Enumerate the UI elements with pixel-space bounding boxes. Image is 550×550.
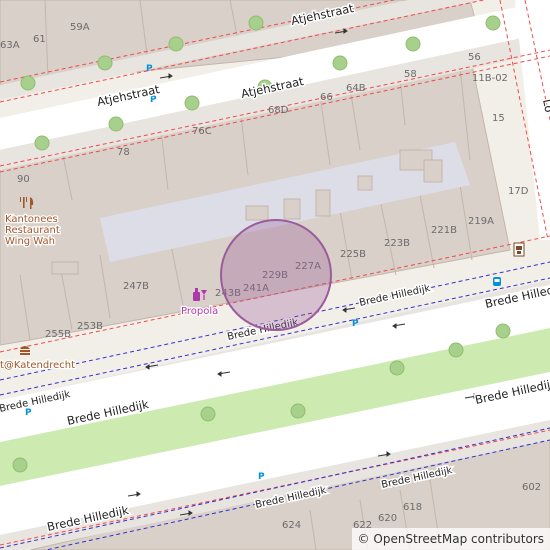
restaurant-name-line1: Kantonees [5,214,58,225]
house-number: 68D [268,105,289,116]
map-canvas: P P P P P 61 59A 63A 56 58 11B-02 66 64B… [0,0,550,550]
restaurant-name-line2: Restaurant [5,225,60,236]
house-number: 17D [508,186,529,197]
house-number: 59A [70,22,90,33]
house-number: 66 [320,92,333,103]
house-number: 221B [431,225,457,236]
house-number: 225B [340,249,366,260]
house-number: 63A [0,40,20,51]
house-number: 56 [468,52,481,63]
house-number: 58 [404,69,417,80]
attribution-link[interactable]: OpenStreetMap contributors [373,532,544,546]
fastfood-name: t@Katendrecht [0,360,75,371]
house-number: 64B [346,83,366,94]
tram-stop-icon [513,242,525,257]
parking-label-5: P [258,472,265,482]
house-number: 618 [403,502,422,513]
house-number: 620 [378,513,397,524]
house-number: 219A [468,216,494,227]
parking-label-1: P [146,64,153,74]
copyright-symbol: © [357,532,370,546]
house-number: 624 [282,520,301,531]
house-number: 223B [384,238,410,249]
bar-name: Propola [181,306,218,317]
house-number: 15 [492,113,505,124]
restaurant-name-line3: Wing Wah [5,236,55,247]
house-number: 602 [522,482,541,493]
house-number: 76C [192,126,212,137]
house-number: 253B [77,321,103,332]
parking-label-3: P [352,319,359,329]
bus-stop-icon [493,277,501,286]
house-number: 61 [33,34,46,45]
location-marker[interactable] [220,219,332,331]
house-number: 90 [17,174,30,185]
house-number: 255B [45,329,71,340]
attribution: © OpenStreetMap contributors [351,528,550,550]
house-number: 247B [123,281,149,292]
house-number: 78 [117,147,130,158]
house-number: 11B-02 [472,73,508,84]
map-view[interactable]: P P P P P 61 59A 63A 56 58 11B-02 66 64B… [0,0,550,550]
